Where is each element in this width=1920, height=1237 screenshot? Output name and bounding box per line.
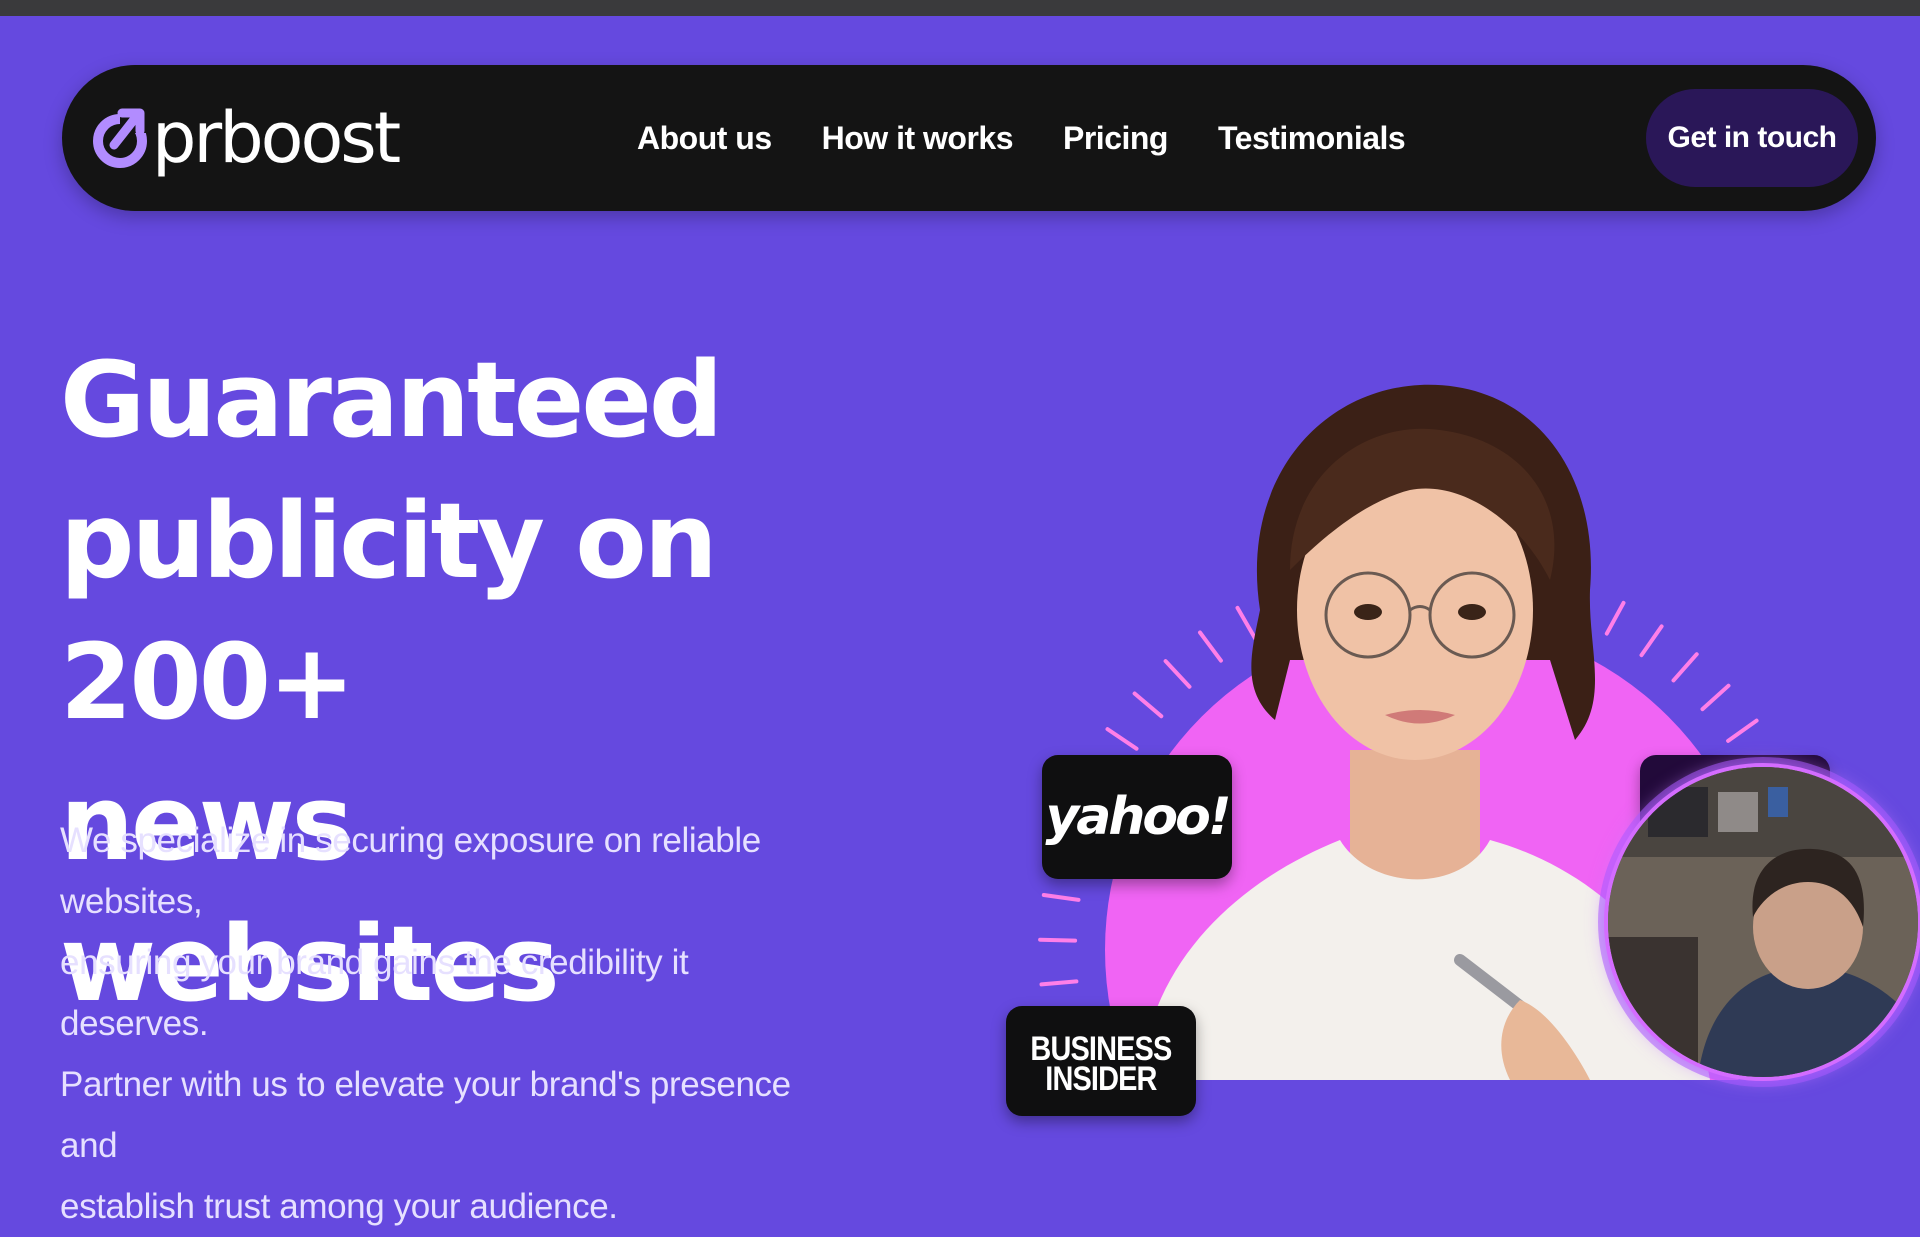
nav-testimonials[interactable]: Testimonials — [1218, 120, 1406, 157]
tick-mark — [1671, 652, 1699, 683]
get-in-touch-button[interactable]: Get in touch — [1646, 89, 1858, 187]
nav-about-us[interactable]: About us — [637, 120, 772, 157]
tick-mark — [1604, 600, 1626, 636]
tick-mark — [1038, 937, 1078, 943]
hero-description-line: We specialize in securing exposure on re… — [60, 821, 761, 921]
tick-mark — [1639, 624, 1664, 658]
webcam-feed — [1608, 767, 1918, 1077]
hero-description-line: Partner with us to elevate your brand's … — [60, 1065, 791, 1165]
hero-description-line: establish trust among your audience. — [60, 1187, 618, 1226]
tick-mark — [1041, 893, 1081, 902]
hero-title-line: Guaranteed — [60, 339, 723, 461]
tick-mark — [1163, 659, 1192, 689]
hero-description-line: ensuring your brand gains the credibilit… — [60, 943, 689, 1043]
tick-mark — [1700, 683, 1731, 712]
nav-how-it-works[interactable]: How it works — [822, 120, 1014, 157]
hero-description: We specialize in securing exposure on re… — [60, 810, 840, 1237]
tick-mark — [1132, 691, 1164, 719]
tick-mark — [1726, 718, 1759, 743]
yahoo-logo: yahoo! — [1045, 787, 1231, 847]
tick-mark — [1039, 979, 1079, 987]
webcam-overlay — [1604, 763, 1920, 1081]
yahoo-badge: yahoo! — [1042, 755, 1232, 879]
hero-title-line: publicity on 200+ — [60, 480, 718, 743]
navbar: prboost About us How it works Pricing Te… — [62, 65, 1876, 211]
brand-name: prboost — [152, 97, 401, 179]
business-insider-logo: BUSINESS INSIDER — [1030, 1030, 1173, 1098]
tick-mark — [1235, 605, 1257, 641]
neck — [1350, 750, 1480, 883]
tick-mark — [1198, 630, 1223, 663]
nav-pricing[interactable]: Pricing — [1063, 120, 1168, 157]
tick-mark — [1105, 727, 1139, 751]
boost-arrow-icon — [93, 107, 147, 168]
business-insider-badge: BUSINESS INSIDER — [1006, 1006, 1196, 1116]
browser-top-strip — [0, 0, 1920, 16]
brand-logo[interactable]: prboost — [90, 95, 401, 181]
nav-links: About us How it works Pricing Testimonia… — [637, 65, 1406, 211]
